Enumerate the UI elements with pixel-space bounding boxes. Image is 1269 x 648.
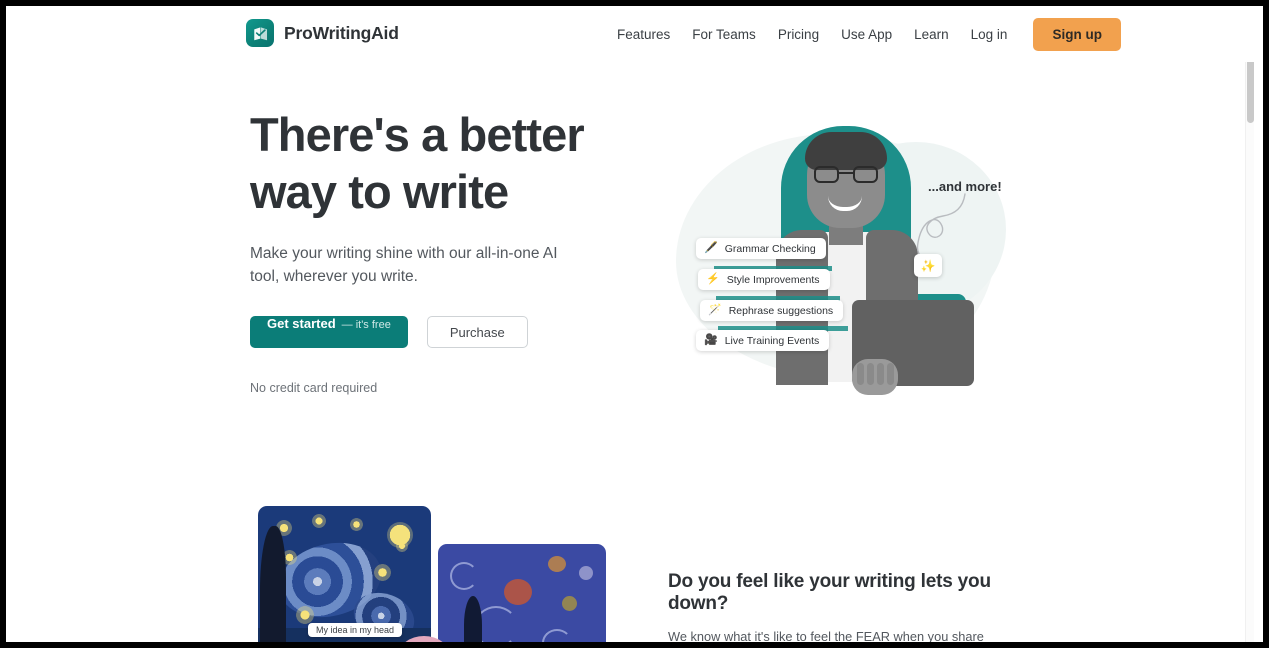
magic-wand-icon: 🪄: [708, 304, 722, 316]
feature-chip-grammar-checking[interactable]: 🖋️ Grammar Checking: [696, 238, 826, 259]
no-credit-card-note: No credit card required: [250, 381, 378, 395]
feature-chip-label: Live Training Events: [724, 334, 820, 347]
crude-spiral-icon: [542, 629, 572, 642]
book-check-icon: [246, 19, 274, 47]
glasses-icon: [814, 166, 878, 183]
hero-illustration: 🖋️ Grammar Checking ⚡ Style Improvements…: [666, 114, 1016, 404]
crude-blob-icon: [548, 556, 566, 572]
person-hand: [852, 359, 898, 395]
starry-night-card: [258, 506, 431, 642]
feature-chip-style-improvements[interactable]: ⚡ Style Improvements: [698, 269, 830, 290]
movie-camera-icon: 🎥: [704, 334, 718, 346]
brand-name: ProWritingAid: [284, 22, 399, 43]
crude-spiral-icon: [450, 562, 478, 590]
star-icon: [374, 564, 391, 581]
page-title: There's a better way to write: [250, 108, 585, 218]
nav-item-learn[interactable]: Learn: [903, 21, 960, 48]
feature-chip-label: Style Improvements: [726, 273, 820, 286]
brand-logo-link[interactable]: ProWritingAid: [246, 19, 399, 47]
feature-chip-rephrase-suggestions[interactable]: 🪄 Rephrase suggestions: [700, 300, 844, 321]
page-scrollbar[interactable]: [1245, 6, 1254, 642]
page-viewport: ProWritingAid Features For Teams Pricing…: [6, 6, 1254, 642]
crude-cypress-icon: [464, 596, 482, 642]
section2-title: Do you feel like your writing lets you d…: [668, 571, 991, 614]
crude-drawing-card: [438, 544, 606, 642]
sparkles-badge-icon[interactable]: ✨: [914, 254, 942, 277]
crude-blob-icon: [504, 579, 532, 605]
hero-cta-row: Get started — it's free Purchase: [250, 316, 650, 348]
image-caption: My idea in my head: [308, 623, 403, 637]
get-started-button[interactable]: Get started — it's free: [250, 316, 408, 348]
crude-blob-icon: [562, 596, 577, 611]
nav-item-use-app[interactable]: Use App: [830, 21, 903, 48]
person-hair: [805, 132, 887, 170]
hero-subtitle: Make your writing shine with our all-in-…: [250, 245, 558, 285]
curly-arrow-icon: [916, 193, 966, 255]
feature-chip-live-training-events[interactable]: 🎥 Live Training Events: [696, 330, 830, 351]
hero-text-block: There's a better way to write Make your …: [250, 106, 650, 395]
nav-item-log-in[interactable]: Log in: [960, 21, 1019, 48]
section2-body: We know what it's like to feel the FEAR …: [668, 629, 984, 642]
crude-blob-icon: [579, 566, 593, 580]
feature-chip-label: Grammar Checking: [724, 242, 816, 255]
star-icon: [350, 518, 363, 531]
nav-item-for-teams[interactable]: For Teams: [681, 21, 767, 48]
nav-item-features[interactable]: Features: [606, 21, 681, 48]
star-icon: [396, 540, 408, 552]
star-icon: [296, 606, 314, 624]
main-navigation: Features For Teams Pricing Use App Learn…: [606, 6, 1121, 62]
section2-text-block: Do you feel like your writing lets you d…: [668, 571, 1018, 642]
get-started-sublabel: — it's free: [341, 319, 391, 331]
sign-up-button[interactable]: Sign up: [1033, 17, 1121, 51]
lightning-bolt-icon: ⚡: [706, 273, 720, 285]
star-icon: [312, 514, 326, 528]
get-started-label: Get started: [267, 316, 336, 331]
purchase-button[interactable]: Purchase: [426, 316, 528, 348]
site-header: ProWritingAid Features For Teams Pricing…: [6, 6, 1254, 62]
feather-pen-icon: 🖋️: [704, 242, 718, 254]
browser-frame: ProWritingAid Features For Teams Pricing…: [6, 6, 1263, 642]
nav-item-pricing[interactable]: Pricing: [767, 21, 830, 48]
cypress-tree-icon: [260, 526, 286, 642]
feature-chip-label: Rephrase suggestions: [728, 304, 834, 317]
